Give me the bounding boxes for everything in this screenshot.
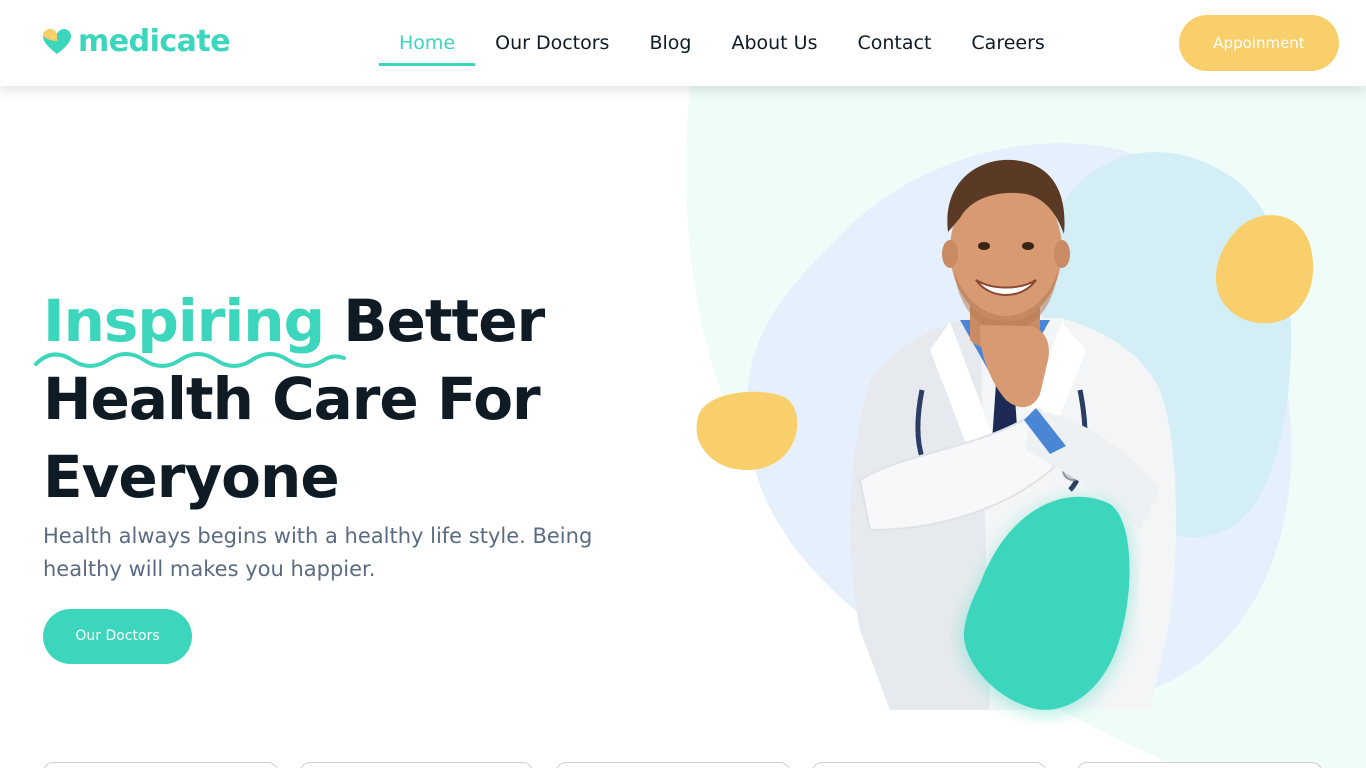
hero-title-accent: Inspiring <box>43 287 325 355</box>
hero-title-line2: Health Care For <box>43 365 541 433</box>
nav-our-doctors[interactable]: Our Doctors <box>475 22 629 66</box>
nav-blog[interactable]: Blog <box>629 22 711 66</box>
hero-title-line1-rest: Better <box>324 287 545 355</box>
heart-icon <box>43 29 71 54</box>
nav-contact[interactable]: Contact <box>837 22 951 66</box>
hero-title: Inspiring Better Health Care For Everyone <box>43 282 663 516</box>
yellow-blob-left <box>696 391 798 471</box>
site-header: medicate Home Our Doctors Blog About Us … <box>0 0 1366 86</box>
brand-name: medicate <box>78 24 231 59</box>
hero-title-line3: Everyone <box>43 443 340 511</box>
green-blob <box>959 496 1133 717</box>
feature-card[interactable] <box>300 762 533 768</box>
main-nav: Home Our Doctors Blog About Us Contact C… <box>379 22 1065 66</box>
feature-cards-row <box>0 762 1366 768</box>
feature-card[interactable] <box>1077 762 1322 768</box>
our-doctors-button[interactable]: Our Doctors <box>43 609 192 664</box>
feature-card[interactable] <box>556 762 790 768</box>
yellow-blob-right <box>1215 215 1314 324</box>
squiggle-underline <box>34 352 346 368</box>
appointment-button[interactable]: Appoinment <box>1179 15 1339 71</box>
nav-home[interactable]: Home <box>379 22 476 66</box>
nav-about-us[interactable]: About Us <box>711 22 837 66</box>
feature-card[interactable] <box>43 762 278 768</box>
brand-logo[interactable]: medicate <box>42 22 231 62</box>
hero-subtitle: Health always begins with a healthy life… <box>43 524 593 581</box>
feature-card[interactable] <box>812 762 1046 768</box>
nav-careers[interactable]: Careers <box>951 22 1064 66</box>
